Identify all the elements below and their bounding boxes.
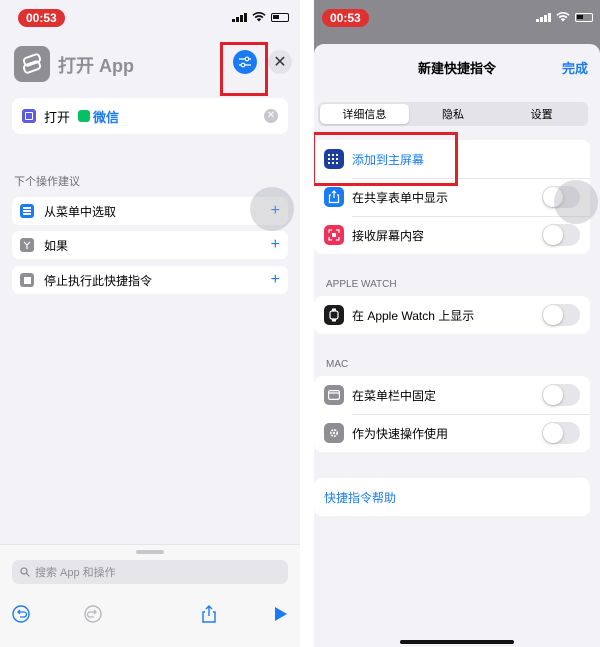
mac-header: MAC: [326, 359, 349, 370]
shortcut-editor-panel: 00:53 打开 App ✕ 打开 微信 ✕ 下个操作建议 从菜单中选取 + 如…: [0, 0, 300, 647]
suggestion-label: 从菜单中选取: [44, 204, 117, 219]
apple-watch-group: 在 Apple Watch 上显示: [314, 296, 590, 334]
suggestions-header: 下个操作建议: [14, 176, 80, 188]
add-icon[interactable]: +: [271, 271, 280, 289]
share-icon: [324, 187, 344, 207]
panel-divider: [300, 0, 314, 647]
close-icon: ✕: [273, 54, 287, 71]
redo-icon: [84, 605, 102, 623]
redo-button[interactable]: [82, 603, 104, 625]
done-button[interactable]: 完成: [562, 58, 588, 77]
signal-icon: [536, 12, 551, 22]
add-icon[interactable]: +: [271, 236, 280, 254]
gear-icon: [324, 423, 344, 443]
suggestion-item[interactable]: 停止执行此快捷指令 +: [12, 266, 288, 294]
details-tabs: 详细信息 隐私 设置: [318, 102, 588, 126]
share-button[interactable]: [198, 603, 220, 625]
tab-privacy[interactable]: 隐私: [409, 104, 498, 124]
row-label: 在菜单栏中固定: [352, 388, 437, 403]
status-time: 00:53: [18, 9, 65, 27]
search-icon: [20, 567, 30, 577]
receive-screen-toggle[interactable]: [542, 224, 580, 246]
run-button[interactable]: [270, 603, 292, 625]
help-group: 快捷指令帮助: [314, 478, 590, 516]
highlight-box-add-home: [314, 132, 458, 186]
play-icon: [275, 607, 287, 621]
menu-select-icon: [20, 204, 34, 218]
action-verb: 打开: [44, 109, 71, 125]
suggestion-label: 停止执行此快捷指令: [44, 273, 153, 288]
suggestion-label: 如果: [44, 238, 69, 253]
touch-indicator: [250, 187, 294, 231]
quick-action-row: 作为快速操作使用: [314, 414, 590, 452]
highlight-box-settings: [220, 42, 268, 96]
sheet-grabber[interactable]: [136, 550, 164, 554]
tab-details[interactable]: 详细信息: [320, 104, 409, 124]
suggestion-item[interactable]: 从菜单中选取 +: [12, 197, 288, 225]
shortcut-app-icon[interactable]: [14, 46, 50, 82]
wifi-icon: [252, 12, 266, 22]
shortcuts-layers-icon: [22, 53, 42, 74]
search-input[interactable]: 搜索 App 和操作: [12, 560, 288, 584]
open-app-icon: [22, 109, 36, 123]
touch-indicator: [554, 180, 598, 224]
wifi-icon: [556, 12, 570, 22]
row-label: 在 Apple Watch 上显示: [352, 308, 475, 323]
row-label: 接收屏幕内容: [352, 228, 425, 243]
status-icons: [232, 12, 289, 22]
help-link[interactable]: 快捷指令帮助: [324, 489, 396, 506]
quick-action-toggle[interactable]: [542, 422, 580, 444]
apple-watch-icon: [324, 305, 344, 325]
shortcut-title[interactable]: 打开 App: [58, 52, 134, 78]
remove-action-icon[interactable]: ✕: [264, 109, 278, 123]
open-app-action-card[interactable]: 打开 微信 ✕: [12, 98, 288, 134]
battery-icon: [271, 12, 289, 22]
stop-icon: [20, 273, 34, 287]
action-search-sheet: 搜索 App 和操作: [0, 544, 300, 647]
status-icons: [536, 12, 593, 22]
status-bar: 00:53: [314, 0, 600, 38]
signal-icon: [232, 12, 247, 22]
share-icon: [202, 605, 216, 623]
battery-icon: [575, 12, 593, 22]
apple-watch-row: 在 Apple Watch 上显示: [314, 296, 590, 334]
search-placeholder: 搜索 App 和操作: [35, 567, 116, 579]
details-sheet: 新建快捷指令 完成 详细信息 隐私 设置 添加到主屏幕 在共享表单中显示 接收屏…: [314, 44, 600, 647]
apple-watch-toggle[interactable]: [542, 304, 580, 326]
tab-settings[interactable]: 设置: [497, 104, 586, 124]
suggestion-item[interactable]: 如果 +: [12, 231, 288, 259]
help-row[interactable]: 快捷指令帮助: [314, 478, 590, 516]
status-bar: 00:53: [0, 0, 300, 38]
screen-capture-icon: [324, 225, 344, 245]
mac-group: 在菜单栏中固定 作为快速操作使用: [314, 376, 590, 452]
pin-menubar-toggle[interactable]: [542, 384, 580, 406]
row-label: 作为快速操作使用: [352, 426, 449, 441]
row-label: 在共享表单中显示: [352, 190, 449, 205]
apple-watch-header: APPLE WATCH: [326, 279, 397, 290]
editor-toolbar: [0, 600, 300, 630]
home-indicator: [400, 640, 514, 644]
action-app-parameter[interactable]: 微信: [93, 107, 119, 126]
undo-button[interactable]: [10, 603, 32, 625]
shortcut-details-panel: 00:53 新建快捷指令 完成 详细信息 隐私 设置 添加到主屏幕 在共享表单中…: [314, 0, 600, 647]
pin-menubar-row: 在菜单栏中固定: [314, 376, 590, 414]
wechat-icon: [78, 110, 91, 122]
undo-icon: [12, 605, 30, 623]
close-button[interactable]: ✕: [268, 50, 292, 74]
receive-screen-row: 接收屏幕内容: [314, 216, 590, 254]
sheet-title: 新建快捷指令: [417, 61, 496, 76]
menubar-icon: [324, 385, 344, 405]
status-time: 00:53: [322, 9, 369, 27]
if-branch-icon: [20, 238, 34, 252]
